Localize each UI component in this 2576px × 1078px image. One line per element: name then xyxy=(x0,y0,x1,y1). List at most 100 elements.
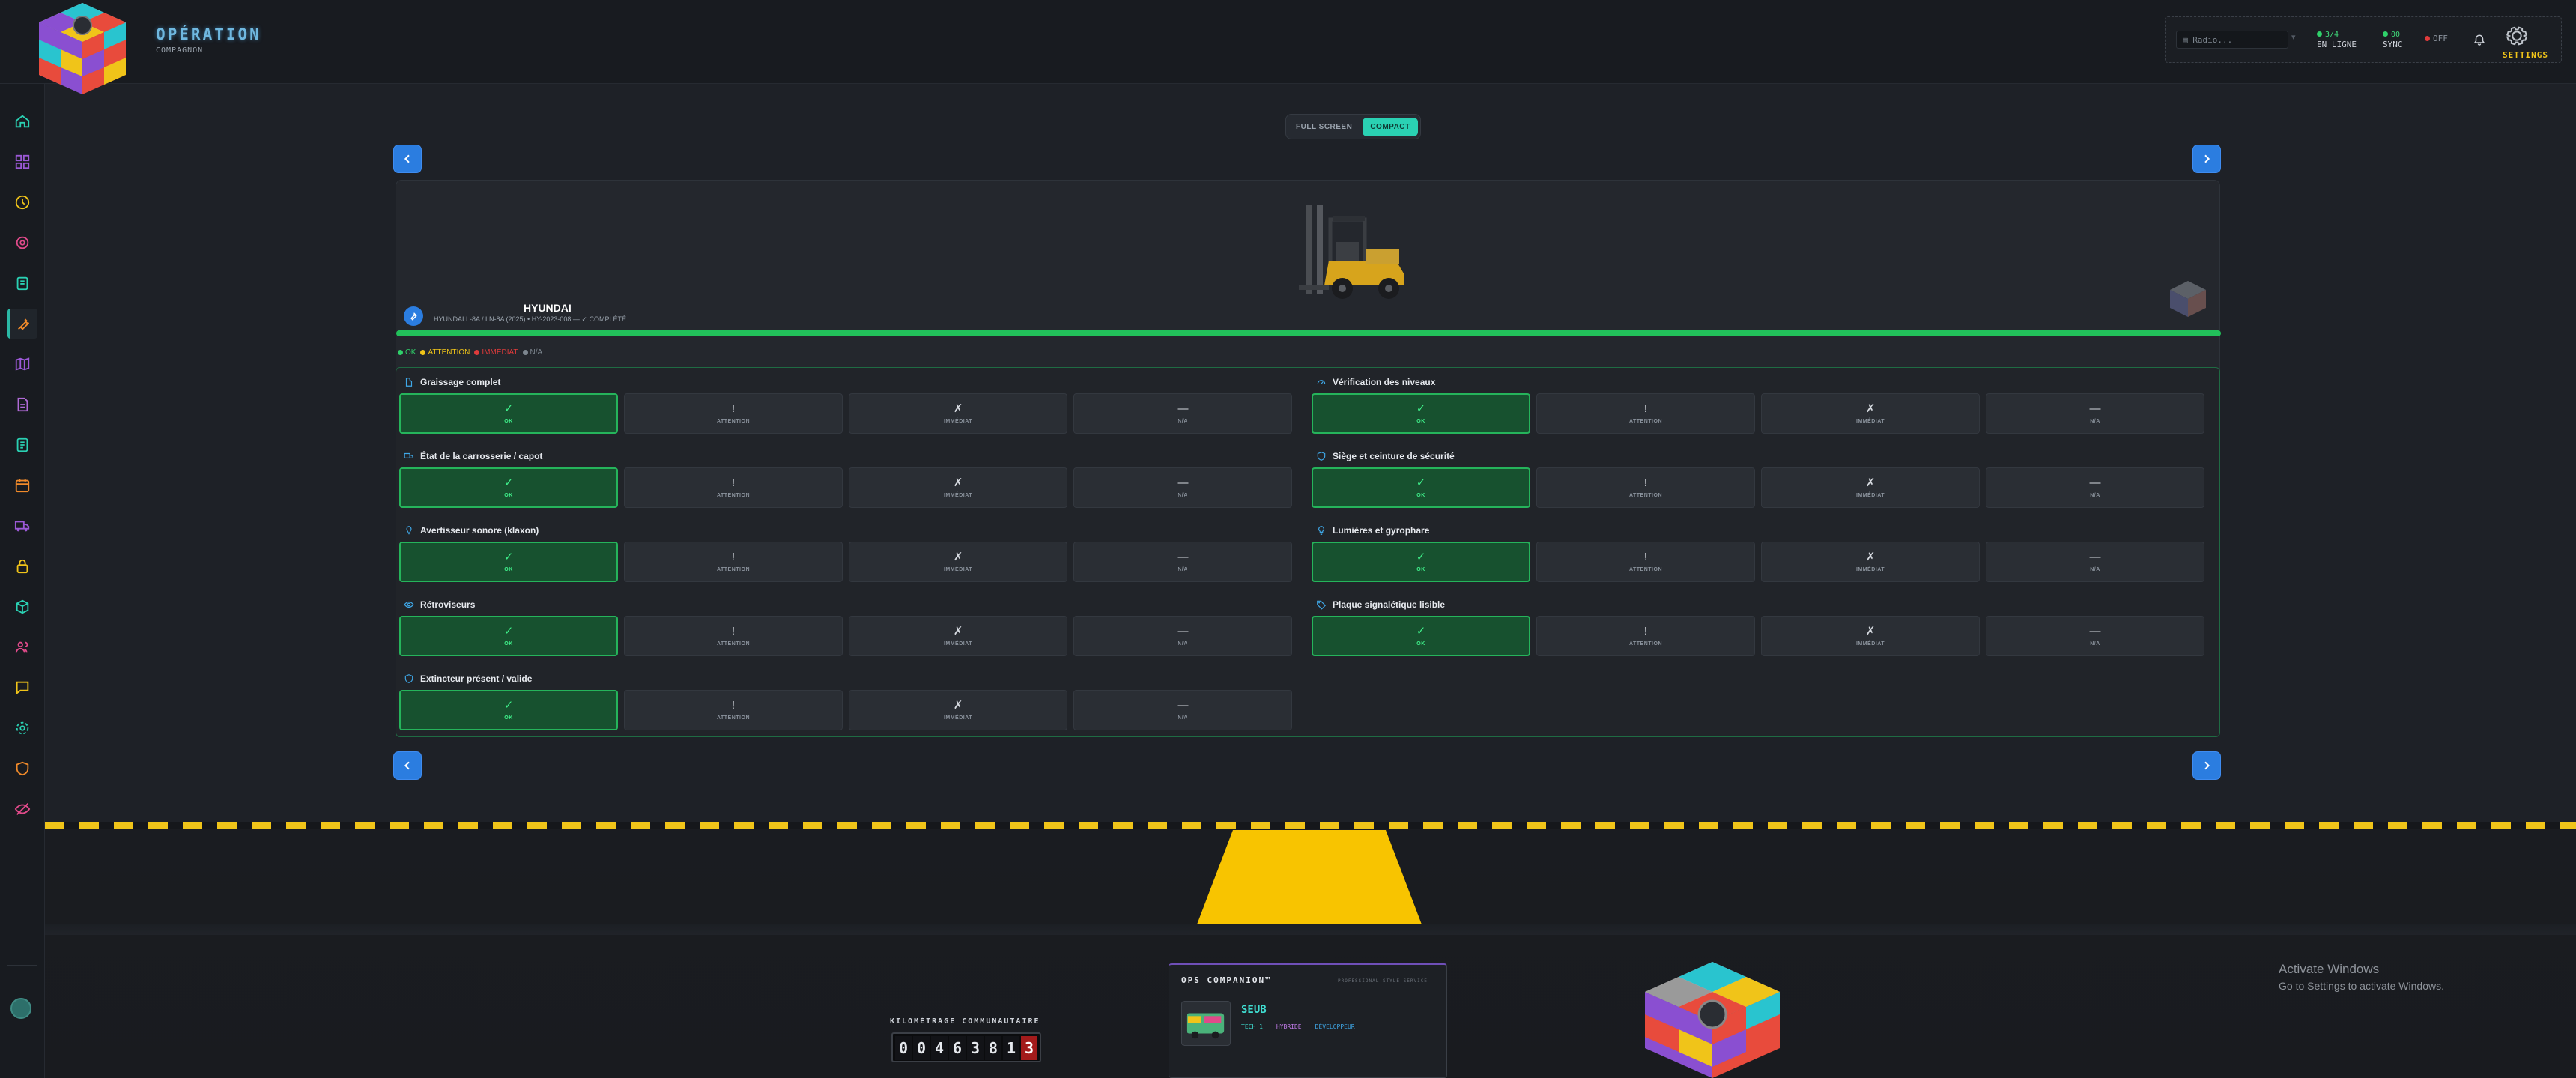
sidebar-item-map[interactable] xyxy=(7,349,37,379)
progress-fill xyxy=(396,330,2221,336)
sidebar-item-target[interactable] xyxy=(7,228,37,258)
checklist-item-label: Lumières et gyrophare xyxy=(1333,525,1430,536)
option-immediate-button[interactable]: ✗ IMMÉDIAT xyxy=(1761,616,1980,656)
avatar[interactable] xyxy=(10,998,31,1019)
option-immediate-button[interactable]: ✗ IMMÉDIAT xyxy=(849,467,1067,508)
option-attention-button[interactable]: ! ATTENTION xyxy=(624,467,843,508)
van-image xyxy=(1181,1001,1231,1046)
option-ok-button[interactable]: ✓ OK xyxy=(399,393,618,434)
checklist-item-title: Extincteur présent / valide xyxy=(404,673,532,684)
option-ok-button[interactable]: ✓ OK xyxy=(1312,542,1530,582)
option-ok-button[interactable]: ✓ OK xyxy=(399,690,618,730)
option-immediate-button[interactable]: ✗ IMMÉDIAT xyxy=(849,393,1067,434)
option-na-button[interactable]: — N/A xyxy=(1073,393,1292,434)
option-immediate-button[interactable]: ✗ IMMÉDIAT xyxy=(1761,467,1980,508)
sidebar-item-documents[interactable] xyxy=(7,390,37,420)
option-attention-button[interactable]: ! ATTENTION xyxy=(624,393,843,434)
option-attention-button[interactable]: ! ATTENTION xyxy=(624,690,843,730)
option-na-button[interactable]: — N/A xyxy=(1986,467,2204,508)
sidebar-item-users[interactable] xyxy=(7,632,37,662)
option-symbol: ✗ xyxy=(953,476,963,489)
option-na-button[interactable]: — N/A xyxy=(1986,616,2204,656)
odometer-digit: 0 xyxy=(913,1036,930,1060)
prev-button-top[interactable] xyxy=(394,145,421,172)
option-immediate-button[interactable]: ✗ IMMÉDIAT xyxy=(1761,542,1980,582)
option-symbol: — xyxy=(2089,476,2101,489)
option-symbol: — xyxy=(1177,551,1189,563)
option-immediate-button[interactable]: ✗ IMMÉDIAT xyxy=(849,542,1067,582)
option-ok-button[interactable]: ✓ OK xyxy=(399,616,618,656)
option-attention-button[interactable]: ! ATTENTION xyxy=(1536,467,1755,508)
status-options: ✓ OK! ATTENTION ✗ IMMÉDIAT — N/A xyxy=(1312,393,2212,434)
sidebar-item-home[interactable] xyxy=(7,106,37,136)
sync-status: 00 SYNC xyxy=(2383,29,2403,49)
odometer-digit: 3 xyxy=(1021,1036,1037,1060)
option-immediate-button[interactable]: ✗ IMMÉDIAT xyxy=(1761,393,1980,434)
option-ok-button[interactable]: ✓ OK xyxy=(399,542,618,582)
option-ok-button[interactable]: ✓ OK xyxy=(1312,393,1530,434)
checklist-item-label: Avertisseur sonore (klaxon) xyxy=(420,525,539,536)
option-na-button[interactable]: — N/A xyxy=(1986,393,2204,434)
option-na-button[interactable]: — N/A xyxy=(1073,690,1292,730)
option-label: IMMÉDIAT xyxy=(943,419,973,424)
sidebar-item-fleet[interactable] xyxy=(7,511,37,541)
option-na-button[interactable]: — N/A xyxy=(1073,616,1292,656)
status-options: ✓ OK! ATTENTION ✗ IMMÉDIAT — N/A xyxy=(399,467,1300,508)
sync-dot-icon xyxy=(2383,31,2388,37)
option-attention-button[interactable]: ! ATTENTION xyxy=(1536,542,1755,582)
option-ok-button[interactable]: ✓ OK xyxy=(399,467,618,508)
sidebar-item-security[interactable] xyxy=(7,551,37,581)
chat-icon xyxy=(16,681,29,695)
compact-button[interactable]: COMPACT xyxy=(1363,117,1418,136)
status-options: ✓ OK! ATTENTION ✗ IMMÉDIAT — N/A xyxy=(399,393,1300,434)
option-symbol: ✗ xyxy=(1865,551,1876,563)
option-na-button[interactable]: — N/A xyxy=(1986,542,2204,582)
full-screen-button[interactable]: FULL SCREEN xyxy=(1288,118,1360,136)
sidebar-item-clipboard[interactable] xyxy=(7,268,37,298)
maintenance-badge[interactable] xyxy=(404,306,423,326)
option-immediate-button[interactable]: ✗ IMMÉDIAT xyxy=(849,616,1067,656)
option-attention-button[interactable]: ! ATTENTION xyxy=(1536,616,1755,656)
radio-dropdown-icon[interactable]: ▾ xyxy=(2291,32,2296,42)
option-na-button[interactable]: — N/A xyxy=(1073,467,1292,508)
option-na-button[interactable]: — N/A xyxy=(1073,542,1292,582)
option-ok-button[interactable]: ✓ OK xyxy=(1312,616,1530,656)
sidebar-item-inventory[interactable] xyxy=(7,592,37,622)
sidebar-item-privacy[interactable] xyxy=(7,794,37,824)
sidebar-item-maintenance[interactable] xyxy=(7,309,37,339)
inspection-checklist: Graissage complet ✓ OK! ATTENTION ✗ IMMÉDIAT —… xyxy=(396,367,2220,737)
gear-icon[interactable] xyxy=(2504,23,2530,49)
option-attention-button[interactable]: ! ATTENTION xyxy=(624,542,843,582)
option-symbol: ! xyxy=(1643,625,1648,638)
sidebar-item-calendar[interactable] xyxy=(7,470,37,500)
prev-button-bottom[interactable] xyxy=(394,752,421,779)
sidebar-item-dashboard[interactable] xyxy=(7,147,37,177)
option-symbol: ! xyxy=(731,699,736,712)
bell-icon[interactable] xyxy=(2473,34,2486,47)
option-immediate-button[interactable]: ✗ IMMÉDIAT xyxy=(849,690,1067,730)
horn-icon xyxy=(406,526,412,535)
option-ok-button[interactable]: ✓ OK xyxy=(1312,467,1530,508)
off-status[interactable]: OFF xyxy=(2425,34,2448,43)
option-label: OK xyxy=(1416,419,1425,424)
cube-watermark-icon xyxy=(2170,281,2206,317)
sidebar-item-shield[interactable] xyxy=(7,754,37,784)
option-symbol: ✗ xyxy=(953,402,963,415)
sidebar-item-settings[interactable] xyxy=(7,713,37,743)
ops-companion-card[interactable]: OPS COMPANION™ PROFESSIONAL STYLE SERVIC… xyxy=(1169,963,1447,1078)
status-options: ✓ OK! ATTENTION ✗ IMMÉDIAT — N/A xyxy=(399,616,1300,656)
sidebar-item-messages[interactable] xyxy=(7,673,37,703)
sidebar-item-reports[interactable] xyxy=(7,430,37,460)
option-attention-button[interactable]: ! ATTENTION xyxy=(1536,393,1755,434)
settings-label[interactable]: SETTINGS xyxy=(2503,50,2548,60)
checklist-item-title: Siège et ceinture de sécurité xyxy=(1316,451,1455,461)
tag-icon xyxy=(1317,600,1327,610)
option-attention-button[interactable]: ! ATTENTION xyxy=(624,616,843,656)
radio-input[interactable]: ▤ Radio... xyxy=(2176,31,2288,49)
next-button-top[interactable] xyxy=(2193,145,2220,172)
option-label: OK xyxy=(504,419,513,424)
option-symbol: ✗ xyxy=(1865,476,1876,489)
sidebar-item-clock[interactable] xyxy=(7,187,37,217)
next-button-bottom[interactable] xyxy=(2193,752,2220,779)
rubiks-cube-logo[interactable] xyxy=(30,0,135,97)
